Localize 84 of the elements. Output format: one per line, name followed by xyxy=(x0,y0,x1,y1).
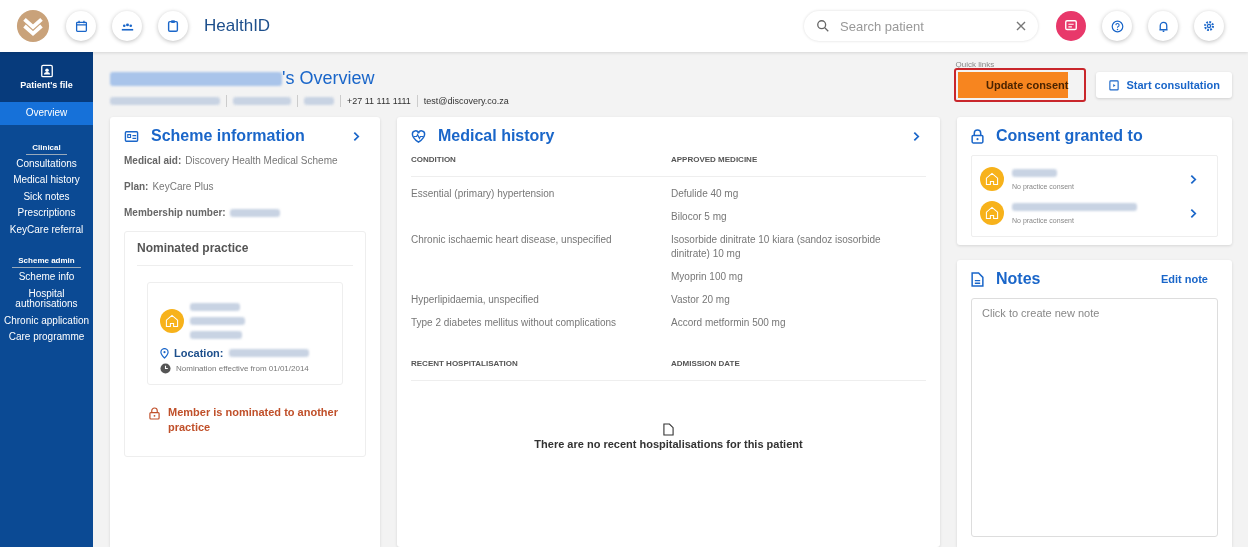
medicine-cell-text: Isosorbide dinitrate 10 kiara (sandoz isosorbide dinitrate) 10 mg xyxy=(671,233,882,261)
start-consultation-button[interactable]: Start consultation xyxy=(1096,72,1232,98)
id-card-icon xyxy=(39,64,54,78)
chevron-right-icon[interactable] xyxy=(353,130,360,142)
card-title: Notes xyxy=(996,270,1041,288)
redacted-text xyxy=(1012,168,1057,177)
nomination-date: Nomination effective from 01/01/2014 xyxy=(176,364,309,373)
condition-cell-text: Hyperlipidaemia, unspecified xyxy=(411,293,540,307)
card-title: Medical history xyxy=(438,127,555,145)
field-label: Medical aid: xyxy=(124,155,182,166)
medicine-cell-text: Vastor 20 mg xyxy=(671,293,731,307)
redacted-text xyxy=(304,97,334,105)
chevron-right-icon xyxy=(1190,173,1197,185)
id-card-icon xyxy=(124,128,139,144)
chevron-right-icon xyxy=(1190,207,1197,219)
edit-note-link[interactable]: Edit note xyxy=(1160,273,1208,285)
close-icon[interactable] xyxy=(1016,21,1026,31)
clipboard-icon[interactable] xyxy=(158,11,188,41)
sidebar-item[interactable]: Consultations xyxy=(0,155,93,172)
field-value: Discovery Health Medical Scheme xyxy=(185,155,338,166)
app-title: HealthID xyxy=(204,16,271,36)
people-icon[interactable] xyxy=(112,11,142,41)
clock-icon xyxy=(160,363,171,374)
empty-message: There are no recent hospitalisations for this patient xyxy=(534,438,803,450)
redacted-text xyxy=(190,317,245,325)
house-icon xyxy=(160,309,184,333)
house-icon xyxy=(980,167,1004,191)
sidebar-item[interactable]: Scheme info xyxy=(0,269,93,286)
redacted-text xyxy=(190,331,242,339)
email-address: test@discovery.co.za xyxy=(423,96,509,106)
settings-icon[interactable] xyxy=(1194,11,1224,41)
column-header: ADMISSION DATE xyxy=(671,359,741,368)
patient-file-tab[interactable]: Patient's file xyxy=(0,52,93,102)
location-pin-icon xyxy=(160,347,169,359)
chat-icon[interactable] xyxy=(1056,11,1086,41)
calendar-icon[interactable] xyxy=(66,11,96,41)
sidebar-item[interactable]: Prescriptions xyxy=(0,205,93,222)
redacted-text xyxy=(233,97,291,105)
field-label: Plan: xyxy=(124,181,149,192)
document-icon xyxy=(971,271,984,287)
sidebar-item[interactable]: Medical history xyxy=(0,172,93,189)
medicine-cell-text: Myoprin 100 mg xyxy=(671,270,744,284)
sidebar-item[interactable]: KeyCare referral xyxy=(0,221,93,238)
field-label: Membership number: xyxy=(124,207,226,218)
sidebar-item[interactable]: Care programme xyxy=(0,329,93,346)
card-title: Consent granted to xyxy=(996,127,1143,145)
sidebar-heading: Patient's file xyxy=(20,80,73,90)
medicine-cell-text: Accord metformin 500 mg xyxy=(671,316,787,330)
search-field[interactable]: Search patient xyxy=(838,17,1008,35)
column-header: RECENT HOSPITALISATION xyxy=(411,359,519,368)
sidebar-item[interactable]: Chronic application xyxy=(0,312,93,329)
condition-cell-text: Chronic ischaemic heart disease, unspecified xyxy=(411,233,613,247)
location-label: Location: xyxy=(174,347,224,359)
section-heading: Clinical xyxy=(26,132,67,155)
phone-number: +27 11 111 1111 xyxy=(347,96,411,106)
note-field[interactable]: Click to create new note xyxy=(971,298,1218,537)
card-title: Scheme information xyxy=(151,127,305,145)
quick-links-label: Quick links xyxy=(955,60,996,69)
medicine-cell-text: Bilocor 5 mg xyxy=(671,210,728,224)
bell-icon[interactable] xyxy=(1148,11,1178,41)
column-header: CONDITION xyxy=(411,155,457,164)
condition-cell-text: Essential (primary) hypertension xyxy=(411,187,556,201)
lock-icon xyxy=(149,407,160,420)
column-header: APPROVED MEDICINE xyxy=(671,155,759,164)
field-value: KeyCare Plus xyxy=(152,181,214,192)
medicine-cell-text: Defulide 40 mg xyxy=(671,187,740,201)
help-icon[interactable] xyxy=(1102,11,1132,41)
lock-icon xyxy=(971,128,984,144)
logo-icon xyxy=(16,9,50,43)
sidebar-item[interactable]: Sick notes xyxy=(0,188,93,205)
sidebar-item[interactable]: Hospital authorisations xyxy=(0,285,93,313)
chevron-right-icon[interactable] xyxy=(913,130,920,142)
page-title: 's Overview xyxy=(282,68,375,89)
section-heading: Scheme admin xyxy=(12,246,81,268)
redacted-text xyxy=(190,303,240,311)
search-icon xyxy=(816,19,830,33)
house-icon xyxy=(980,201,1004,225)
document-icon xyxy=(663,423,674,436)
heart-icon xyxy=(411,128,426,144)
clipboard-play-icon xyxy=(1108,79,1121,91)
sidebar-item[interactable]: Overview xyxy=(0,102,93,125)
condition-cell-text: Type 2 diabetes mellitus without complications xyxy=(411,316,618,330)
panel-title: Nominated practice xyxy=(137,232,353,266)
warning-message: Member is nominated to another practice xyxy=(168,405,339,436)
